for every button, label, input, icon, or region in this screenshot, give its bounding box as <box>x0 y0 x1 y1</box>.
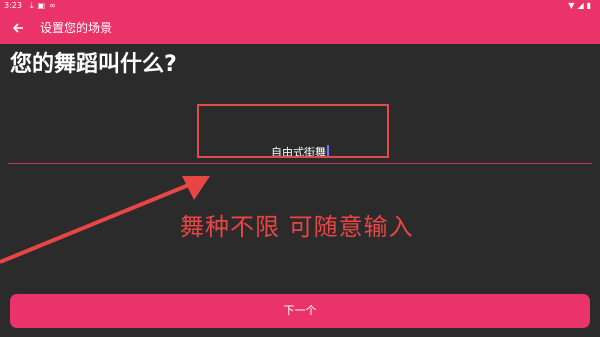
download-icon: ⤓ <box>30 1 38 10</box>
question-heading: 您的舞蹈叫什么? <box>10 52 177 77</box>
app-bar-title: 设置您的场景 <box>40 21 113 35</box>
back-arrow-icon[interactable] <box>9 12 27 44</box>
image-icon: ▣ <box>37 1 50 10</box>
next-button[interactable]: 下一个 <box>10 294 590 328</box>
app-bar: 设置您的场景 <box>0 12 600 44</box>
status-time: 3:23 <box>4 1 22 10</box>
input-underline <box>8 163 592 164</box>
game-icon: ∞ <box>49 1 60 10</box>
system-status-icons: ▼◢▮ <box>568 0 594 12</box>
signal-icon: ◢ <box>577 1 587 10</box>
annotation-text: 舞种不限 可随意输入 <box>180 213 414 241</box>
highlight-box <box>197 104 389 158</box>
battery-icon: ▮ <box>586 1 594 10</box>
notification-icons: ⤓▣∞ <box>30 1 60 11</box>
status-bar: 3:23 ⤓▣∞ ▼◢▮ <box>0 0 600 12</box>
